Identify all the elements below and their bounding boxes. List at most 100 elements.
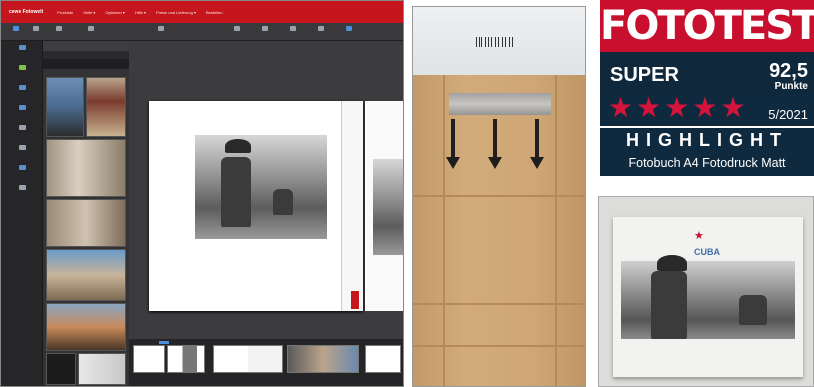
arrow-down-icon (446, 119, 460, 169)
toolbar-button-1[interactable] (9, 26, 23, 38)
toolbar-icon (56, 26, 62, 31)
rail-icon (18, 145, 26, 150)
star-icon: ★ (720, 92, 746, 123)
badge-product: Fotobuch A4 Fotodruck Matt (628, 156, 786, 170)
photo-thumbnail[interactable] (46, 139, 126, 197)
toolbar-button-3[interactable] (49, 26, 69, 38)
toolbar-icon (33, 26, 39, 31)
box-fold (413, 303, 585, 305)
toolbar-button-6[interactable] (227, 26, 247, 38)
menu-item-help[interactable]: Hilfe ▾ (135, 10, 146, 15)
filmstrip-page[interactable] (365, 345, 401, 373)
menu-item-page[interactable]: Seite ▾ (83, 10, 95, 15)
photo-thumbnail[interactable] (46, 199, 126, 247)
badge-title: FOTOTEST (600, 0, 814, 52)
rail-item-4[interactable] (5, 105, 39, 121)
filmstrip-page[interactable] (133, 345, 165, 373)
star-icon: ★ (608, 92, 634, 123)
editor-brand: cewe Fotowelt (9, 9, 44, 15)
spine-accent (351, 291, 359, 309)
composite-test-image: cewe Fotowelt Produkte Seite ▾ Optionen … (0, 0, 814, 387)
photo-thumbnail[interactable] (46, 303, 126, 351)
star-icon: ★ (636, 92, 662, 123)
star-icon: ★ (694, 230, 704, 242)
rail-item-1[interactable] (5, 45, 39, 61)
packing-tape (449, 93, 551, 115)
photo-detail (657, 255, 687, 271)
toolbar-icon (318, 26, 324, 31)
photo-thumbnail[interactable] (46, 353, 76, 385)
page-canvas[interactable] (129, 41, 403, 386)
filmstrip-selected-marker (159, 341, 169, 344)
menu-item-prices[interactable]: Preise und Lieferung ▾ (156, 10, 196, 15)
rail-icon (18, 45, 26, 50)
toolbar-icon (290, 26, 296, 31)
photo-detail (739, 295, 767, 325)
editor-title-bar: cewe Fotowelt Produkte Seite ▾ Optionen … (1, 1, 403, 23)
rail-item-5[interactable] (5, 125, 39, 141)
photo-thumbnail[interactable] (46, 77, 84, 137)
toolbar-button-5[interactable] (151, 26, 171, 38)
panel-heading (43, 41, 129, 51)
box-fold (413, 345, 585, 347)
barcode-label (476, 37, 516, 51)
placed-photo-farmer[interactable] (195, 135, 327, 239)
toolbar-button-2[interactable] (29, 26, 43, 38)
photobook-editor-screenshot: cewe Fotowelt Produkte Seite ▾ Optionen … (0, 0, 404, 387)
rail-item-3[interactable] (5, 85, 39, 101)
cardboard-box (413, 75, 585, 386)
rail-item-8[interactable] (5, 185, 39, 201)
photobook: ★ CUBA (613, 217, 803, 377)
rail-icon (18, 125, 26, 130)
badge-issue: 5/2021 (768, 107, 808, 122)
menu-item-order[interactable]: Bestellen (206, 10, 222, 15)
photo-folder-row[interactable] (43, 59, 129, 69)
toolbar-button-7[interactable] (255, 26, 275, 38)
packaging-photo (412, 6, 586, 387)
photo-thumbnail[interactable] (78, 353, 126, 385)
photo-thumbnail[interactable] (86, 77, 126, 137)
photo-thumbnail[interactable] (46, 249, 126, 301)
menu-item-options[interactable]: Optionen ▾ (105, 10, 124, 15)
filmstrip-page[interactable] (287, 345, 359, 373)
next-page-preview[interactable] (365, 101, 403, 311)
badge-score-unit: Punkte (774, 81, 808, 92)
toolbar-icon (158, 26, 164, 31)
box-fold (555, 75, 557, 386)
toolbar-button-9[interactable] (311, 26, 331, 38)
toolbar-icon (262, 26, 268, 31)
box-fold (443, 75, 445, 386)
rail-item-7[interactable] (5, 165, 39, 181)
plastic-sleeve (413, 7, 585, 77)
toolbar-button-8[interactable] (283, 26, 303, 38)
cover-photo (621, 255, 795, 339)
rail-item-2[interactable] (5, 65, 39, 81)
cover-title: CUBA (694, 247, 720, 257)
toolbar-button-10[interactable] (339, 26, 359, 38)
book-spine (341, 101, 363, 311)
page-filmstrip (129, 339, 403, 386)
rail-item-6[interactable] (5, 145, 39, 161)
rail-icon (18, 165, 26, 170)
rail-icon (18, 185, 26, 190)
menu-item-products[interactable]: Produkte (57, 10, 73, 15)
star-icon: ★ (692, 92, 718, 123)
filmstrip-page[interactable] (167, 345, 205, 373)
photo-detail (225, 139, 251, 153)
toolbar-button-4[interactable] (81, 26, 101, 38)
arrow-down-icon (530, 119, 544, 169)
filmstrip-page[interactable] (213, 345, 283, 373)
photo-detail (273, 189, 293, 215)
toolbar-icon (346, 26, 352, 31)
placed-photo[interactable] (373, 159, 403, 255)
arrow-down-icon (488, 119, 502, 169)
photobook-cover-photo: ★ CUBA (598, 196, 814, 387)
box-fold (413, 195, 585, 197)
fototest-badge: FOTOTEST SUPER 92,5 Punkte ★ ★ ★ ★ ★ 5/2… (600, 0, 814, 176)
book-spread-page[interactable] (149, 101, 363, 357)
editor-toolbar (1, 23, 403, 41)
badge-highlight: HIGHLIGHT (626, 130, 788, 150)
photo-detail (221, 157, 251, 227)
panel-filter-bar[interactable] (43, 51, 129, 59)
toolbar-icon (234, 26, 240, 31)
